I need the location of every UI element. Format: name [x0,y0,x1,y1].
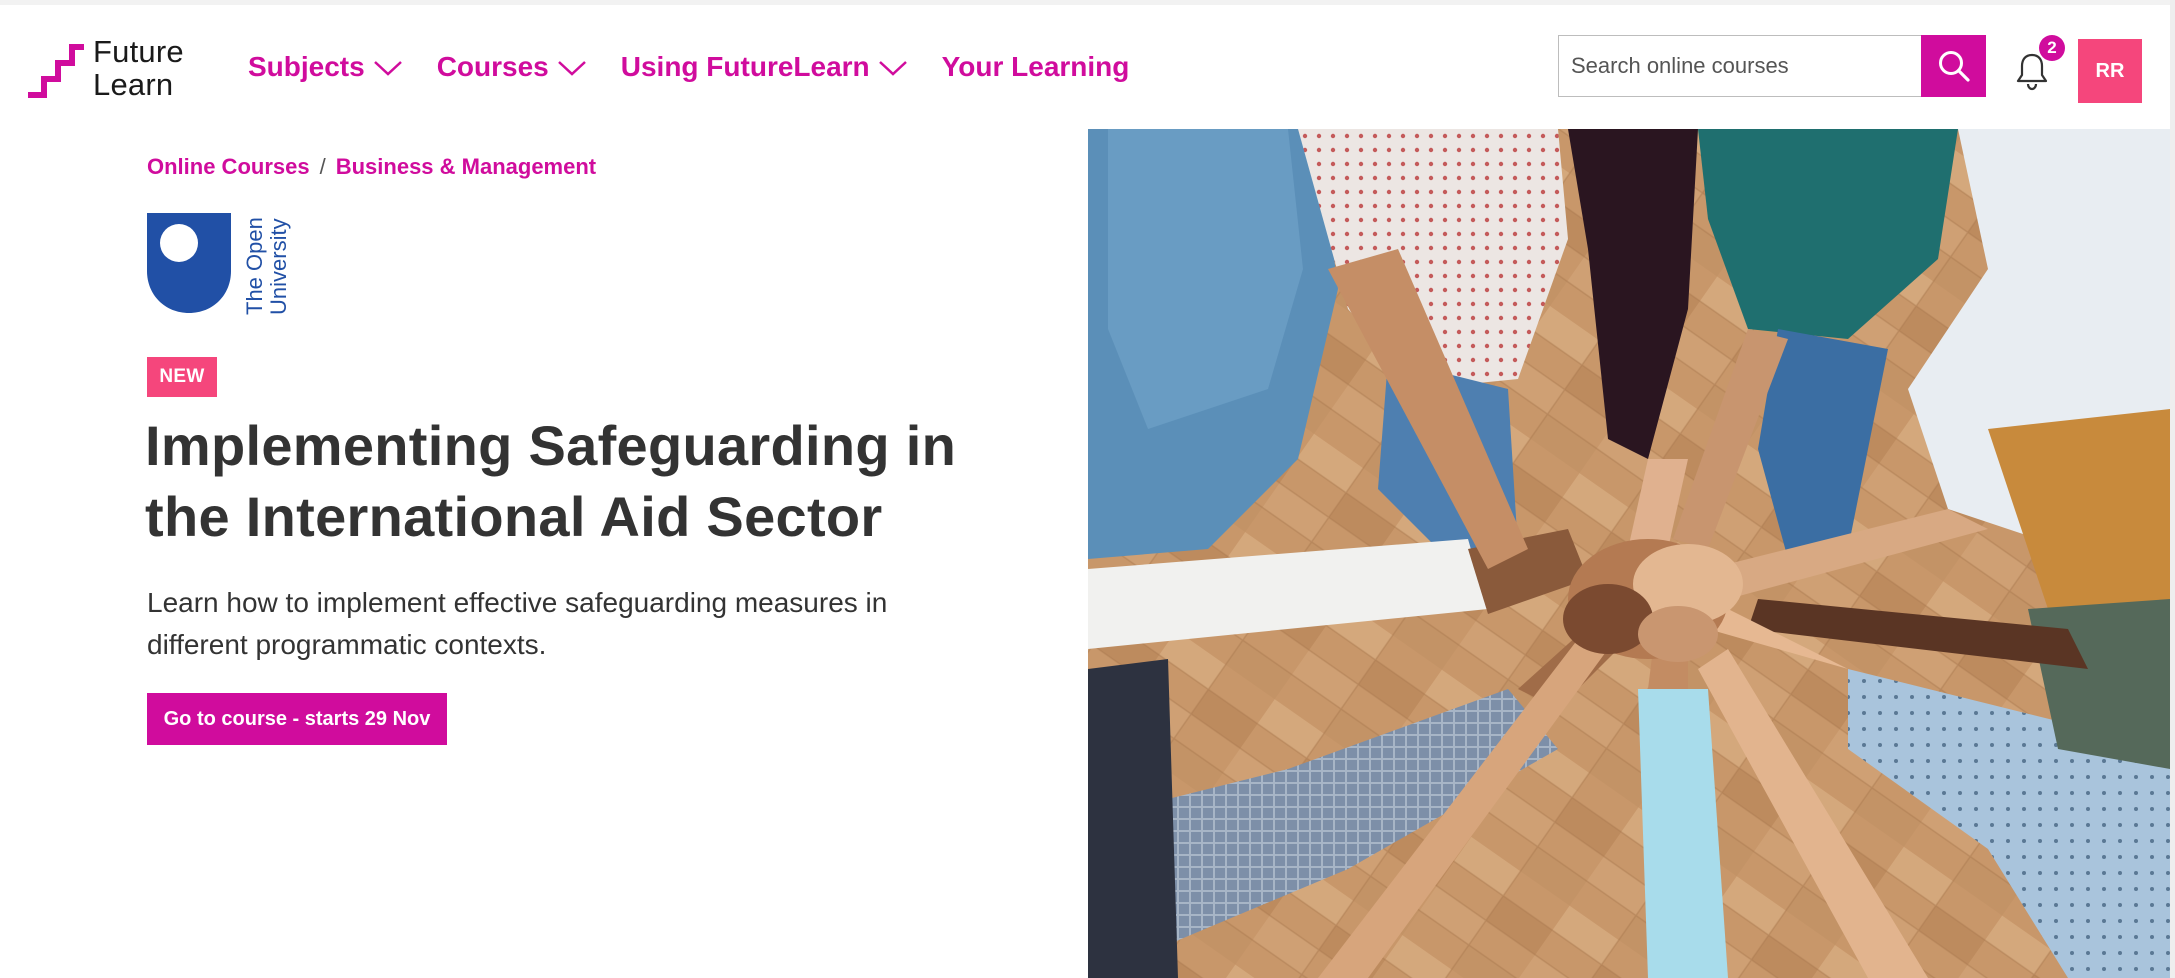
go-to-course-button[interactable]: Go to course - starts 29 Nov [147,693,447,745]
nav-using-futurelearn-label: Using FutureLearn [620,51,870,82]
site-header: Future Learn Subjects Courses Using Futu… [0,5,2170,129]
nav-courses[interactable]: Courses [437,51,587,83]
new-badge: NEW [147,357,217,397]
course-description: Learn how to implement effective safegua… [147,582,967,666]
nav-your-learning-label: Your Learning [941,51,1130,82]
partner-name-line2: University [266,218,291,315]
search-form [1558,35,1986,97]
chevron-down-icon [878,61,907,76]
chevron-down-icon [373,61,402,76]
breadcrumb-online-courses[interactable]: Online Courses [147,154,310,180]
nav-subjects-label: Subjects [248,51,365,82]
nav-courses-label: Courses [436,51,549,82]
open-university-wordmark: The Open University [242,213,291,315]
notification-count-badge: 2 [2039,35,2065,61]
open-university-logo[interactable]: The Open University [147,213,297,315]
open-university-shield-icon [147,213,231,313]
futurelearn-logo-icon [28,44,84,98]
nav-subjects[interactable]: Subjects [248,51,403,83]
main-nav: Subjects Courses Using FutureLearn Your … [248,51,1163,83]
course-title-line2: the International Aid Sector [145,485,883,548]
breadcrumb-separator: / [319,154,326,179]
logo-wordmark: Future Learn [93,34,184,102]
breadcrumb: Online Courses / Business & Management [147,154,596,180]
user-avatar[interactable]: RR [2078,39,2142,103]
hands-together-photo [1088,129,2170,978]
search-input[interactable] [1558,35,1921,97]
search-icon [1938,51,1970,82]
course-hero-image [1088,129,2170,978]
search-button[interactable] [1921,35,1986,97]
course-description-line2: different programmatic contexts. [147,629,547,660]
nav-using-futurelearn[interactable]: Using FutureLearn [621,51,908,83]
breadcrumb-business-management[interactable]: Business & Management [336,154,596,180]
course-title: Implementing Safeguarding in the Interna… [145,410,1005,552]
course-title-line1: Implementing Safeguarding in [145,414,957,477]
futurelearn-logo[interactable]: Future Learn [26,35,196,105]
partner-name-line1: The Open [242,217,267,315]
scrollbar-track[interactable] [2170,0,2175,978]
nav-your-learning[interactable]: Your Learning [942,51,1130,83]
course-description-line1: Learn how to implement effective safegua… [147,587,888,618]
chevron-down-icon [557,61,586,76]
